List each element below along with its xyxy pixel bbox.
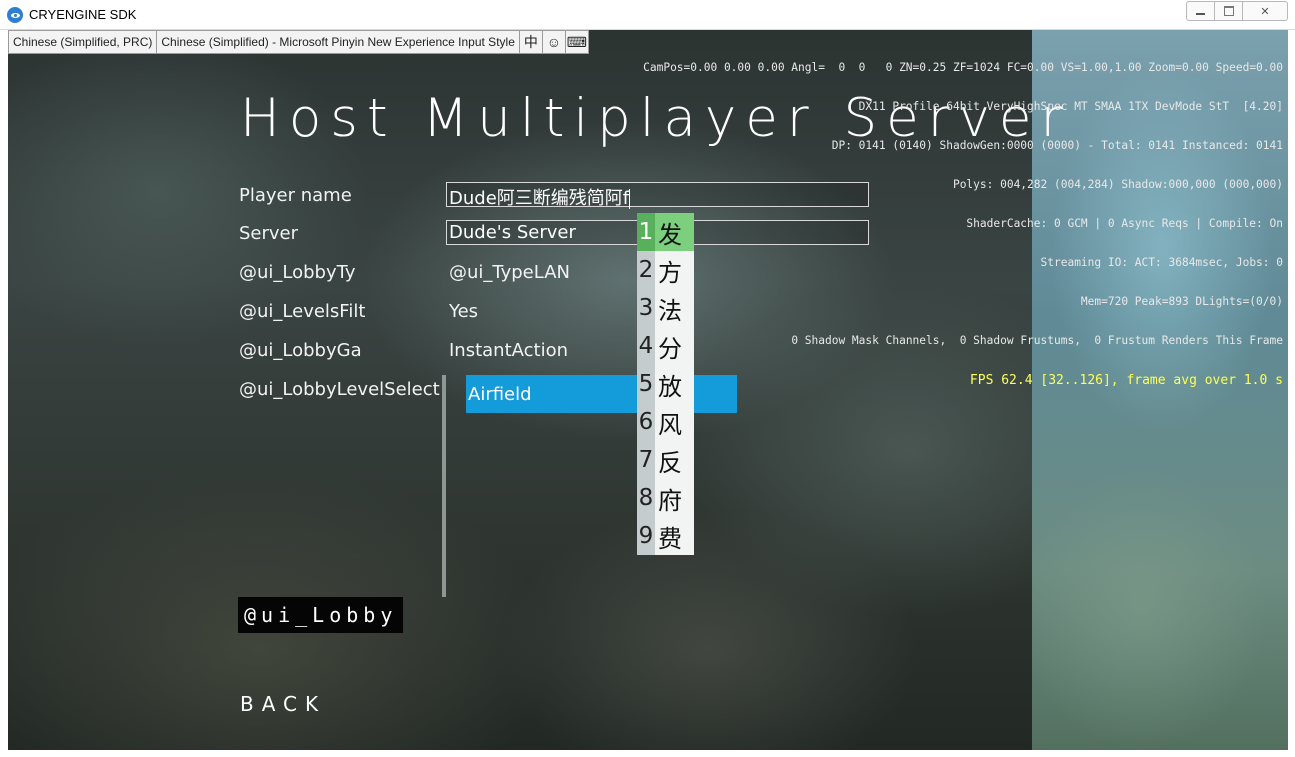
level-list-scrollbar[interactable] <box>442 375 446 597</box>
ime-keyboard-icon[interactable]: ⌨ <box>564 30 589 54</box>
back-button[interactable]: BACK <box>240 692 326 716</box>
window-controls: ✕ <box>1186 1 1288 21</box>
debug-line: DX11 Profile 64bit VeryHighSpec MT SMAA … <box>858 100 1283 113</box>
server-name-value: Dude's Server <box>449 222 576 243</box>
candidate-char: 风 <box>658 410 682 439</box>
debug-line: DP: 0141 (0140) ShadowGen:0000 (0000) - … <box>831 139 1283 152</box>
lobby-button[interactable]: @ui_Lobby <box>238 597 404 633</box>
debug-line: CamPos=0.00 0.00 0.00 Angl= 0 0 0 ZN=0.2… <box>643 61 1283 74</box>
candidate-number: 8 <box>637 479 655 517</box>
text-caret <box>629 189 631 209</box>
window-titlebar: CRYENGINE SDK ✕ <box>0 0 1295 30</box>
minimize-icon <box>1196 13 1205 15</box>
levels-filter-value[interactable]: Yes <box>449 301 478 322</box>
close-button[interactable]: ✕ <box>1243 1 1288 21</box>
candidate-char: 府 <box>658 486 682 515</box>
candidate-number: 7 <box>637 441 655 479</box>
lobby-type-label: @ui_LobbyTy <box>239 262 356 283</box>
level-item-label: Airfield <box>468 384 532 405</box>
ime-language-selector[interactable]: Chinese (Simplified, PRC) <box>8 30 157 54</box>
minimize-button[interactable] <box>1186 1 1215 21</box>
player-name-label: Player name <box>239 185 352 206</box>
candidate-number: 6 <box>637 403 655 441</box>
debug-line: Streaming IO: ACT: 3684msec, Jobs: 0 <box>1040 256 1283 269</box>
lobby-gamemode-label: @ui_LobbyGa <box>239 340 362 361</box>
ime-input-method-selector[interactable]: Chinese (Simplified) - Microsoft Pinyin … <box>156 30 519 54</box>
ime-mode-toggle[interactable]: 中 <box>518 30 542 54</box>
level-select-label: @ui_LobbyLevelSelect <box>239 379 440 400</box>
candidate-number: 9 <box>637 517 655 555</box>
ime-emoji-icon[interactable]: ☺ <box>541 30 565 54</box>
debug-line: ShaderCache: 0 GCM | 0 Async Reqs | Comp… <box>966 217 1283 230</box>
ime-candidate[interactable]: 6风 <box>637 403 694 441</box>
close-icon: ✕ <box>1260 4 1270 18</box>
candidate-char: 费 <box>658 524 682 553</box>
cryengine-logo-icon <box>7 7 23 23</box>
player-name-value: Dude阿三断编残简阿f <box>449 188 630 209</box>
maximize-icon <box>1223 6 1234 16</box>
debug-line: Mem=720 Peak=893 DLights=(0/0) <box>1080 295 1283 308</box>
lobby-button-label: @ui_Lobby <box>244 603 398 627</box>
levels-filter-label: @ui_LevelsFilt <box>239 301 366 322</box>
server-label: Server <box>239 223 299 244</box>
ime-language-bar: Chinese (Simplified, PRC) Chinese (Simpl… <box>8 30 589 54</box>
lobby-type-value[interactable]: @ui_TypeLAN <box>449 262 570 283</box>
ime-candidate[interactable]: 7反 <box>637 441 694 479</box>
debug-line: 0 Shadow Mask Channels, 0 Shadow Frustum… <box>791 334 1283 347</box>
ime-candidate[interactable]: 9费 <box>637 517 694 555</box>
candidate-char: 反 <box>658 448 682 477</box>
lobby-gamemode-value[interactable]: InstantAction <box>449 340 568 361</box>
fps-counter: FPS 62.4 [32..126], frame avg over 1.0 s <box>969 373 1283 388</box>
debug-line: Polys: 004,282 (004,284) Shadow:000,000 … <box>952 178 1283 191</box>
maximize-button[interactable] <box>1215 1 1243 21</box>
window-title: CRYENGINE SDK <box>29 7 137 22</box>
debug-stats-overlay: CamPos=0.00 0.00 0.00 Angl= 0 0 0 ZN=0.2… <box>643 35 1283 401</box>
ime-candidate[interactable]: 8府 <box>637 479 694 517</box>
